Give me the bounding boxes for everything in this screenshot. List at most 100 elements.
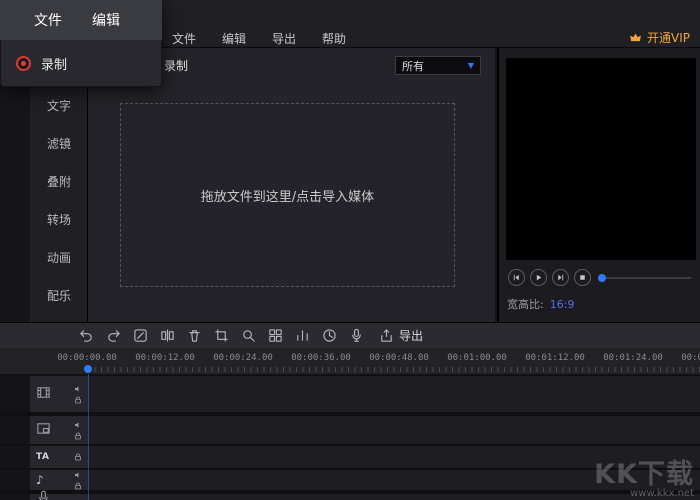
text-track-row: TA <box>0 446 700 468</box>
equalizer-icon <box>295 328 310 343</box>
menubar-item-help[interactable]: 帮助 <box>322 30 346 47</box>
speaker-icon[interactable] <box>74 385 82 393</box>
delete-button[interactable] <box>186 328 202 344</box>
record-target-icon <box>16 56 31 71</box>
mic-track-icon <box>36 490 51 500</box>
menu-item-record[interactable]: 录制 <box>41 54 67 73</box>
preview-progress-slider[interactable] <box>599 277 691 279</box>
lock-icon[interactable] <box>74 396 82 404</box>
next-frame-button[interactable] <box>552 269 569 286</box>
trash-icon <box>187 328 202 343</box>
mosaic-icon <box>268 328 283 343</box>
duration-button[interactable] <box>321 328 337 344</box>
mosaic-button[interactable] <box>267 328 283 344</box>
playhead-line[interactable] <box>88 374 89 500</box>
ruler-label: 00:01:36.00 <box>672 353 700 363</box>
menubar-item-edit[interactable]: 编辑 <box>222 30 246 47</box>
ruler-label: 00:01:00.00 <box>438 353 516 363</box>
ruler-label: 00:01:12.00 <box>516 353 594 363</box>
media-filter-select[interactable]: 所有 ▼ <box>395 56 481 75</box>
pip-track-header[interactable] <box>30 416 88 444</box>
text-track-lane[interactable] <box>88 446 700 468</box>
media-filter-value: 所有 <box>402 58 424 74</box>
preview-panel: 宽高比:16:9 <box>497 48 700 322</box>
record-label: 录制 <box>164 57 188 74</box>
app-window: 文件 编辑 导出 帮助 开通VIP 文件 编辑 录制 文字 滤镜 叠附 转场 动… <box>0 0 700 500</box>
track-mini-controls <box>74 471 82 490</box>
play-button[interactable] <box>530 269 547 286</box>
menubar-item-export[interactable]: 导出 <box>272 30 296 47</box>
aspect-ratio-value[interactable]: 16:9 <box>550 298 575 311</box>
voiceover-button[interactable] <box>348 328 364 344</box>
sidebar-item-text[interactable]: 文字 <box>30 86 88 124</box>
redo-button[interactable] <box>105 328 121 344</box>
sidebar-item-transition[interactable]: 转场 <box>30 200 88 238</box>
ruler-label: 00:00:36.00 <box>282 353 360 363</box>
undo-button[interactable] <box>78 328 94 344</box>
text-track-icon: TA <box>36 452 49 462</box>
vip-label: 开通VIP <box>647 29 690 46</box>
split-button[interactable] <box>159 328 175 344</box>
ruler-label: 00:00:12.00 <box>126 353 204 363</box>
split-icon <box>160 328 175 343</box>
file-menu-overlay: 文件 编辑 录制 <box>0 0 162 87</box>
lock-icon[interactable] <box>74 482 82 490</box>
lock-icon[interactable] <box>74 432 82 440</box>
voiceover-track-lane[interactable] <box>88 494 700 500</box>
slider-thumb[interactable] <box>598 274 606 282</box>
music-track-row: ♪ <box>0 470 700 490</box>
edit-button[interactable] <box>132 328 148 344</box>
music-track-header[interactable]: ♪ <box>30 470 88 490</box>
video-track-lane[interactable] <box>88 376 700 412</box>
media-dropzone[interactable]: 拖放文件到这里/点击导入媒体 <box>120 103 455 287</box>
next-frame-icon <box>556 273 565 282</box>
music-track-lane[interactable] <box>88 470 700 490</box>
stop-icon <box>578 273 587 282</box>
speaker-icon[interactable] <box>74 421 82 429</box>
sidebar-item-animation[interactable]: 动画 <box>30 238 88 276</box>
stop-button[interactable] <box>574 269 591 286</box>
film-icon <box>36 385 51 403</box>
voiceover-track-header[interactable] <box>30 494 88 500</box>
ruler-tick-marks <box>88 367 700 372</box>
export-icon <box>379 328 394 343</box>
track-mini-controls <box>74 421 82 440</box>
vip-button[interactable]: 开通VIP <box>629 29 690 46</box>
overlay-tab-row: 文件 编辑 <box>0 0 162 40</box>
redo-icon <box>106 328 121 343</box>
lock-icon[interactable] <box>74 453 82 461</box>
overlay-tab-edit[interactable]: 编辑 <box>92 10 120 30</box>
track-rail <box>0 376 30 412</box>
left-sidebar: 文字 滤镜 叠附 转场 动画 配乐 <box>0 48 88 322</box>
ruler-label: 00:00:24.00 <box>204 353 282 363</box>
clock-icon <box>322 328 337 343</box>
aspect-ratio: 宽高比:16:9 <box>507 296 574 312</box>
playhead-handle[interactable] <box>84 365 92 373</box>
play-icon <box>534 273 543 282</box>
zoom-button[interactable] <box>240 328 256 344</box>
menubar-item-file[interactable]: 文件 <box>172 30 196 47</box>
overlay-tab-file[interactable]: 文件 <box>34 10 62 30</box>
timeline-ruler[interactable]: 00:00:00.00 00:00:12.00 00:00:24.00 00:0… <box>0 348 700 374</box>
sidebar-item-overlay[interactable]: 叠附 <box>30 162 88 200</box>
sidebar-item-music[interactable]: 配乐 <box>30 276 88 314</box>
text-track-header[interactable]: TA <box>30 446 88 468</box>
crop-button[interactable] <box>213 328 229 344</box>
sidebar-item-filter[interactable]: 滤镜 <box>30 124 88 162</box>
pip-track-row <box>0 416 700 444</box>
track-mini-controls <box>74 453 82 461</box>
speaker-icon[interactable] <box>74 471 82 479</box>
ruler-labels: 00:00:00.00 00:00:12.00 00:00:24.00 00:0… <box>48 353 700 363</box>
ruler-label: 00:00:48.00 <box>360 353 438 363</box>
vip-crown-icon <box>629 31 642 44</box>
pip-track-lane[interactable] <box>88 416 700 444</box>
prev-frame-button[interactable] <box>508 269 525 286</box>
track-rail <box>0 446 30 468</box>
prev-frame-icon <box>512 273 521 282</box>
crop-icon <box>214 328 229 343</box>
volume-button[interactable] <box>294 328 310 344</box>
export-button[interactable]: 导出 <box>379 327 423 344</box>
video-track-header[interactable] <box>30 376 88 412</box>
sidebar-items: 文字 滤镜 叠附 转场 动画 配乐 <box>30 86 88 314</box>
undo-icon <box>79 328 94 343</box>
